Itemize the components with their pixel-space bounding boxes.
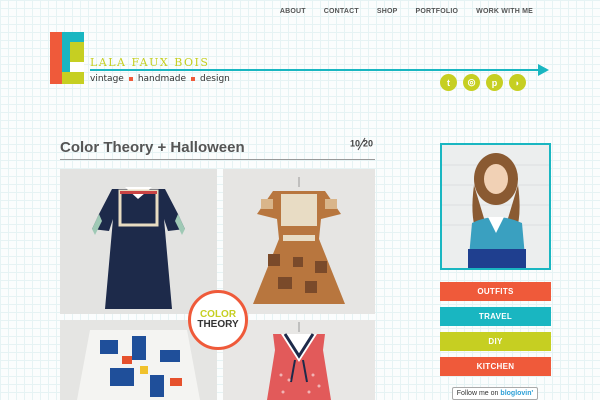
category-outfits-button[interactable]: OUTFITS [440,282,551,301]
tagline: vintage handmade design [90,74,230,84]
nav-work-with-me[interactable]: WORK WITH ME [467,8,542,15]
tagline-handmade: handmade [137,74,186,84]
brand-name[interactable]: LALA FAUX BOIS [90,56,209,69]
tagline-dot [128,77,133,81]
pinterest-icon[interactable]: p [486,74,503,91]
patchwork-dress-image [223,169,375,314]
bloglovin-follow-button[interactable]: Follow me on bloglovin' [452,387,538,400]
logo-block-orange [50,32,62,84]
post-date: 10 20 [350,137,373,151]
nav-about[interactable]: ABOUT [271,8,315,15]
bloglovin-logo: bloglovin' [500,390,534,397]
logo-block-lime-bottom [62,72,84,84]
color-theory-badge: COLOR THEORY [188,290,248,350]
brand-arrow-line [90,69,540,71]
post-title-divider [60,159,375,160]
arrow-right-icon [538,64,549,76]
sailor-dress-image [223,320,375,400]
post-title[interactable]: Color Theory + Halloween [60,139,245,156]
tagline-dot [191,77,195,81]
profile-image [442,145,549,268]
category-kitchen-button[interactable]: KITCHEN [440,357,551,376]
category-diy-button[interactable]: DIY [440,332,551,351]
photo-sailor-dress[interactable] [223,320,375,400]
logo-mark[interactable] [50,32,84,84]
logo-block-white [70,62,84,72]
post-date-day: 20 [363,138,374,149]
logo-block-teal-top [62,32,84,42]
nav-shop[interactable]: SHOP [368,8,407,15]
navy-dress-image [60,169,217,314]
twitter-icon[interactable]: t [440,74,457,91]
follow-prefix: Follow me on [456,390,499,397]
logo-block-teal-left [62,42,70,72]
nav-portfolio[interactable]: PORTFOLIO [407,8,468,15]
nav-contact[interactable]: CONTACT [315,8,368,15]
social-links: t ◎ p ◗ [440,74,526,91]
logo-block-lime [70,42,84,62]
photo-navy-dress[interactable] [60,169,217,314]
tagline-design: design [200,74,230,84]
rss-icon[interactable]: ◗ [509,74,526,91]
profile-photo[interactable] [440,143,551,270]
top-nav: ABOUT CONTACT SHOP PORTFOLIO WORK WITH M… [271,8,542,15]
category-travel-button[interactable]: TRAVEL [440,307,551,326]
instagram-icon[interactable]: ◎ [463,74,480,91]
badge-line-theory: THEORY [197,319,239,330]
tagline-vintage: vintage [90,74,124,84]
photo-patchwork-dress[interactable] [223,169,375,314]
